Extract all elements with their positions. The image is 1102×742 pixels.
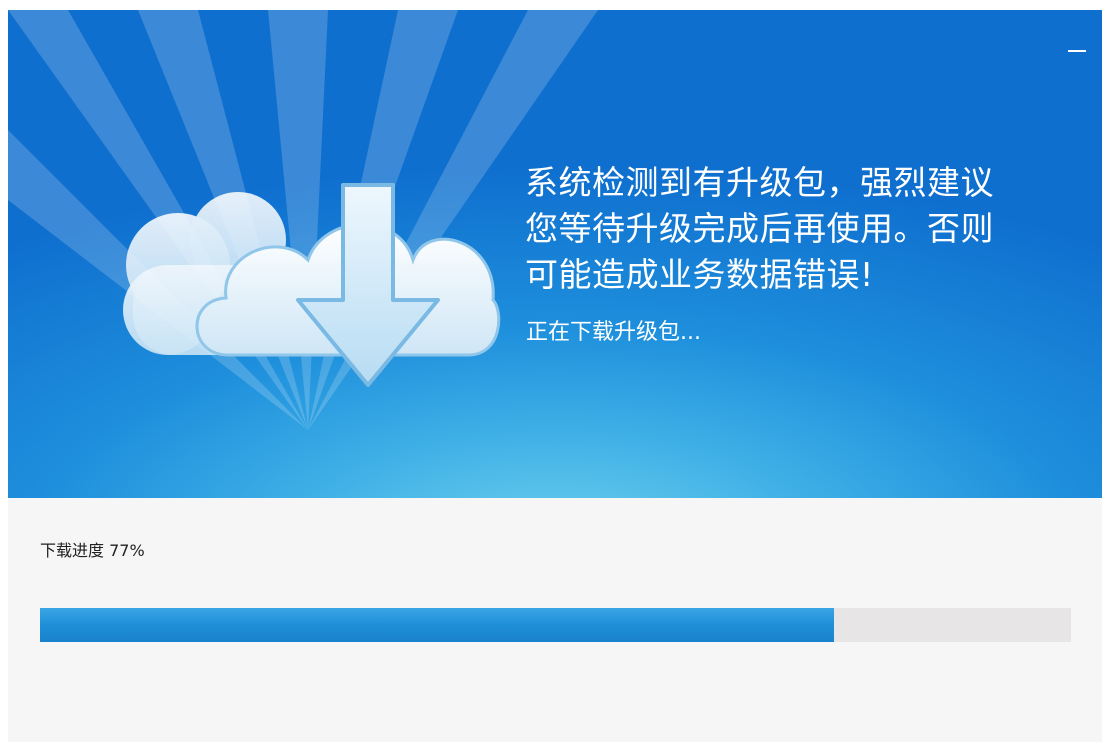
update-banner: 系统检测到有升级包，强烈建议 您等待升级完成后再使用。否则 可能造成业务数据错误… (8, 10, 1102, 498)
window-top-edge (0, 0, 1102, 10)
message-line-3: 可能造成业务数据错误! (525, 255, 874, 294)
minimize-button[interactable] (1062, 32, 1092, 62)
download-progress-bar (40, 608, 1071, 642)
updater-window: 系统检测到有升级包，强烈建议 您等待升级完成后再使用。否则 可能造成业务数据错误… (8, 10, 1102, 742)
download-status-text: 正在下载升级包... (526, 320, 701, 345)
message-line-1: 系统检测到有升级包，强烈建议 (525, 163, 994, 202)
update-warning-message: 系统检测到有升级包，强烈建议 您等待升级完成后再使用。否则 可能造成业务数据错误… (525, 160, 1065, 298)
minimize-icon (1068, 50, 1086, 52)
message-line-2: 您等待升级完成后再使用。否则 (525, 209, 994, 248)
download-progress-label: 下载进度 77% (40, 541, 145, 560)
download-progress-fill (40, 608, 834, 642)
cloud-download-icon (123, 183, 501, 387)
